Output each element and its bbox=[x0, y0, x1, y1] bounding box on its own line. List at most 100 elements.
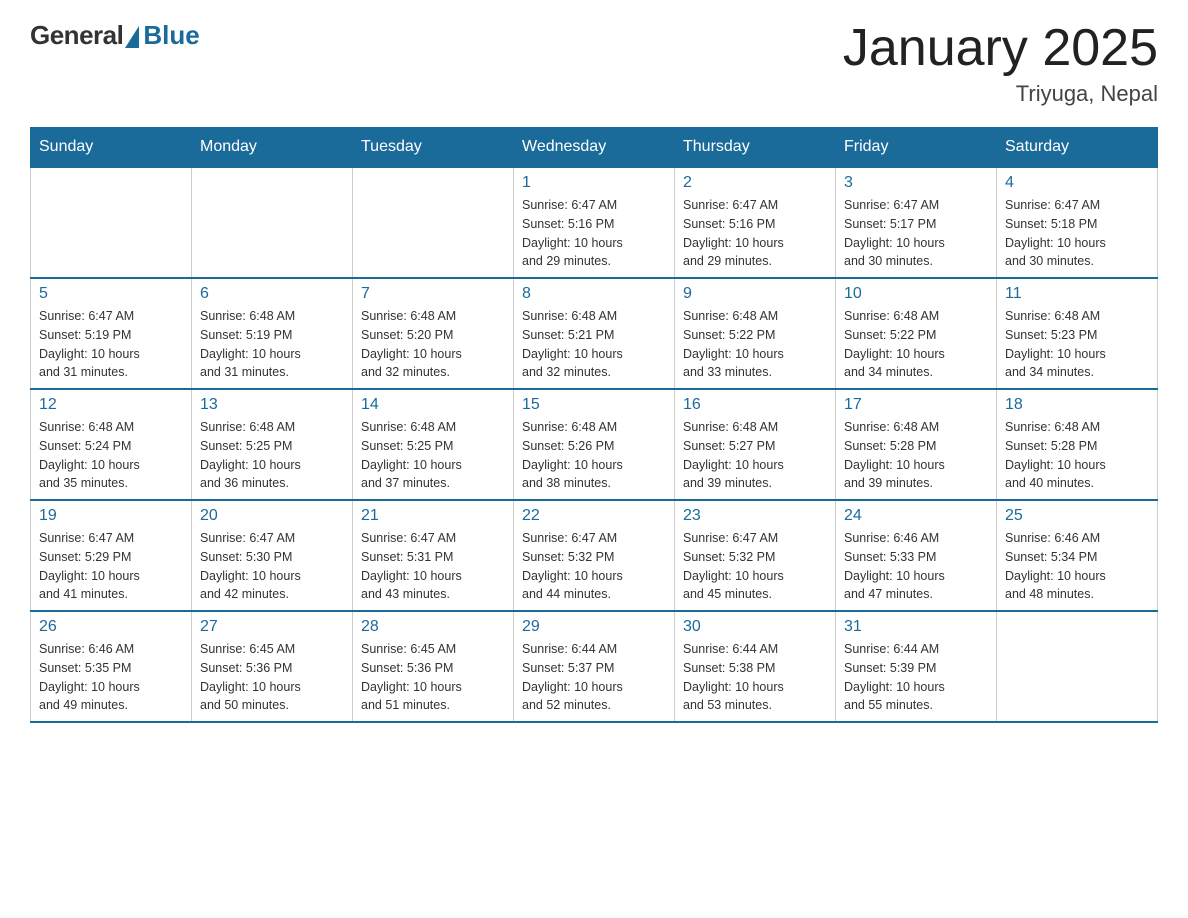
day-info: Sunrise: 6:48 AM Sunset: 5:22 PM Dayligh… bbox=[844, 307, 988, 382]
calendar-cell: 4 Sunrise: 6:47 AM Sunset: 5:18 PM Daylig… bbox=[997, 167, 1158, 278]
day-number: 28 bbox=[361, 618, 505, 636]
calendar-cell: 9Sunrise: 6:48 AM Sunset: 5:22 PM Daylig… bbox=[675, 278, 836, 389]
day-info: Sunrise: 6:48 AM Sunset: 5:24 PM Dayligh… bbox=[39, 418, 183, 493]
day-number: 14 bbox=[361, 396, 505, 414]
day-number: 12 bbox=[39, 396, 183, 414]
day-number: 22 bbox=[522, 507, 666, 525]
calendar-cell: 14 Sunrise: 6:48 AM Sunset: 5:25 PM Dayli… bbox=[353, 389, 514, 500]
weekday-header-saturday: Saturday bbox=[997, 128, 1158, 168]
day-number: 5 bbox=[39, 285, 183, 303]
title-section: January 2025 Triyuga, Nepal bbox=[843, 20, 1158, 107]
calendar-header-row: SundayMondayTuesdayWednesdayThursdayFrid… bbox=[31, 128, 1158, 168]
calendar-cell: 25 Sunrise: 6:46 AM Sunset: 5:34 PM Dayli… bbox=[997, 500, 1158, 611]
weekday-header-wednesday: Wednesday bbox=[514, 128, 675, 168]
day-info: Sunrise: 6:45 AM Sunset: 5:36 PM Dayligh… bbox=[200, 640, 344, 715]
day-number: 24 bbox=[844, 507, 988, 525]
calendar-cell: 18Sunrise: 6:48 AM Sunset: 5:28 PM Dayli… bbox=[997, 389, 1158, 500]
day-info: Sunrise: 6:48 AM Sunset: 5:27 PM Dayligh… bbox=[683, 418, 827, 493]
calendar-week-2: 5 Sunrise: 6:47 AM Sunset: 5:19 PM Daylig… bbox=[31, 278, 1158, 389]
calendar-cell bbox=[31, 167, 192, 278]
calendar-cell bbox=[997, 611, 1158, 722]
day-info: Sunrise: 6:47 AM Sunset: 5:19 PM Dayligh… bbox=[39, 307, 183, 382]
weekday-header-sunday: Sunday bbox=[31, 128, 192, 168]
day-info: Sunrise: 6:44 AM Sunset: 5:37 PM Dayligh… bbox=[522, 640, 666, 715]
day-info: Sunrise: 6:47 AM Sunset: 5:17 PM Dayligh… bbox=[844, 196, 988, 271]
calendar-week-4: 19Sunrise: 6:47 AM Sunset: 5:29 PM Dayli… bbox=[31, 500, 1158, 611]
day-info: Sunrise: 6:47 AM Sunset: 5:18 PM Dayligh… bbox=[1005, 196, 1149, 271]
calendar-cell: 7Sunrise: 6:48 AM Sunset: 5:20 PM Daylig… bbox=[353, 278, 514, 389]
day-number: 10 bbox=[844, 285, 988, 303]
day-info: Sunrise: 6:45 AM Sunset: 5:36 PM Dayligh… bbox=[361, 640, 505, 715]
calendar-cell: 13 Sunrise: 6:48 AM Sunset: 5:25 PM Dayli… bbox=[192, 389, 353, 500]
logo-triangle-icon bbox=[125, 26, 139, 48]
calendar-cell: 28 Sunrise: 6:45 AM Sunset: 5:36 PM Dayli… bbox=[353, 611, 514, 722]
logo-general-text: General bbox=[30, 20, 123, 51]
calendar-cell: 1 Sunrise: 6:47 AM Sunset: 5:16 PM Daylig… bbox=[514, 167, 675, 278]
day-info: Sunrise: 6:44 AM Sunset: 5:39 PM Dayligh… bbox=[844, 640, 988, 715]
day-number: 15 bbox=[522, 396, 666, 414]
day-info: Sunrise: 6:46 AM Sunset: 5:33 PM Dayligh… bbox=[844, 529, 988, 604]
calendar-table: SundayMondayTuesdayWednesdayThursdayFrid… bbox=[30, 127, 1158, 723]
page-header: General Blue January 2025 Triyuga, Nepal bbox=[30, 20, 1158, 107]
day-number: 9 bbox=[683, 285, 827, 303]
weekday-header-tuesday: Tuesday bbox=[353, 128, 514, 168]
day-number: 29 bbox=[522, 618, 666, 636]
day-number: 23 bbox=[683, 507, 827, 525]
calendar-cell: 31 Sunrise: 6:44 AM Sunset: 5:39 PM Dayli… bbox=[836, 611, 997, 722]
day-info: Sunrise: 6:46 AM Sunset: 5:34 PM Dayligh… bbox=[1005, 529, 1149, 604]
calendar-cell: 30Sunrise: 6:44 AM Sunset: 5:38 PM Dayli… bbox=[675, 611, 836, 722]
day-number: 1 bbox=[522, 174, 666, 192]
calendar-cell: 29 Sunrise: 6:44 AM Sunset: 5:37 PM Dayli… bbox=[514, 611, 675, 722]
logo-blue-text: Blue bbox=[143, 20, 199, 51]
calendar-cell: 10 Sunrise: 6:48 AM Sunset: 5:22 PM Dayli… bbox=[836, 278, 997, 389]
calendar-week-1: 1 Sunrise: 6:47 AM Sunset: 5:16 PM Daylig… bbox=[31, 167, 1158, 278]
day-info: Sunrise: 6:47 AM Sunset: 5:31 PM Dayligh… bbox=[361, 529, 505, 604]
day-info: Sunrise: 6:48 AM Sunset: 5:28 PM Dayligh… bbox=[1005, 418, 1149, 493]
day-info: Sunrise: 6:44 AM Sunset: 5:38 PM Dayligh… bbox=[683, 640, 827, 715]
calendar-week-5: 26Sunrise: 6:46 AM Sunset: 5:35 PM Dayli… bbox=[31, 611, 1158, 722]
day-info: Sunrise: 6:48 AM Sunset: 5:28 PM Dayligh… bbox=[844, 418, 988, 493]
calendar-cell: 12 Sunrise: 6:48 AM Sunset: 5:24 PM Dayli… bbox=[31, 389, 192, 500]
day-info: Sunrise: 6:48 AM Sunset: 5:25 PM Dayligh… bbox=[200, 418, 344, 493]
calendar-cell: 23Sunrise: 6:47 AM Sunset: 5:32 PM Dayli… bbox=[675, 500, 836, 611]
day-info: Sunrise: 6:47 AM Sunset: 5:16 PM Dayligh… bbox=[683, 196, 827, 271]
calendar-cell: 24 Sunrise: 6:46 AM Sunset: 5:33 PM Dayli… bbox=[836, 500, 997, 611]
calendar-cell bbox=[192, 167, 353, 278]
calendar-cell: 19Sunrise: 6:47 AM Sunset: 5:29 PM Dayli… bbox=[31, 500, 192, 611]
day-number: 16 bbox=[683, 396, 827, 414]
day-number: 13 bbox=[200, 396, 344, 414]
location-label: Triyuga, Nepal bbox=[843, 81, 1158, 107]
day-number: 25 bbox=[1005, 507, 1149, 525]
day-number: 6 bbox=[200, 285, 344, 303]
day-number: 31 bbox=[844, 618, 988, 636]
day-info: Sunrise: 6:47 AM Sunset: 5:30 PM Dayligh… bbox=[200, 529, 344, 604]
day-info: Sunrise: 6:47 AM Sunset: 5:16 PM Dayligh… bbox=[522, 196, 666, 271]
day-info: Sunrise: 6:48 AM Sunset: 5:21 PM Dayligh… bbox=[522, 307, 666, 382]
day-info: Sunrise: 6:47 AM Sunset: 5:32 PM Dayligh… bbox=[522, 529, 666, 604]
weekday-header-friday: Friday bbox=[836, 128, 997, 168]
calendar-cell: 26Sunrise: 6:46 AM Sunset: 5:35 PM Dayli… bbox=[31, 611, 192, 722]
day-info: Sunrise: 6:48 AM Sunset: 5:23 PM Dayligh… bbox=[1005, 307, 1149, 382]
day-number: 4 bbox=[1005, 174, 1149, 192]
day-number: 2 bbox=[683, 174, 827, 192]
calendar-cell: 2 Sunrise: 6:47 AM Sunset: 5:16 PM Daylig… bbox=[675, 167, 836, 278]
calendar-cell: 5 Sunrise: 6:47 AM Sunset: 5:19 PM Daylig… bbox=[31, 278, 192, 389]
day-number: 7 bbox=[361, 285, 505, 303]
day-number: 21 bbox=[361, 507, 505, 525]
calendar-cell: 27Sunrise: 6:45 AM Sunset: 5:36 PM Dayli… bbox=[192, 611, 353, 722]
day-info: Sunrise: 6:48 AM Sunset: 5:26 PM Dayligh… bbox=[522, 418, 666, 493]
calendar-week-3: 12 Sunrise: 6:48 AM Sunset: 5:24 PM Dayli… bbox=[31, 389, 1158, 500]
calendar-cell: 21 Sunrise: 6:47 AM Sunset: 5:31 PM Dayli… bbox=[353, 500, 514, 611]
calendar-cell: 20Sunrise: 6:47 AM Sunset: 5:30 PM Dayli… bbox=[192, 500, 353, 611]
logo: General Blue bbox=[30, 20, 200, 51]
calendar-cell: 22 Sunrise: 6:47 AM Sunset: 5:32 PM Dayli… bbox=[514, 500, 675, 611]
calendar-cell: 6 Sunrise: 6:48 AM Sunset: 5:19 PM Daylig… bbox=[192, 278, 353, 389]
day-info: Sunrise: 6:46 AM Sunset: 5:35 PM Dayligh… bbox=[39, 640, 183, 715]
day-number: 17 bbox=[844, 396, 988, 414]
calendar-cell: 8 Sunrise: 6:48 AM Sunset: 5:21 PM Daylig… bbox=[514, 278, 675, 389]
day-info: Sunrise: 6:48 AM Sunset: 5:19 PM Dayligh… bbox=[200, 307, 344, 382]
weekday-header-monday: Monday bbox=[192, 128, 353, 168]
day-number: 19 bbox=[39, 507, 183, 525]
day-number: 8 bbox=[522, 285, 666, 303]
day-info: Sunrise: 6:48 AM Sunset: 5:25 PM Dayligh… bbox=[361, 418, 505, 493]
